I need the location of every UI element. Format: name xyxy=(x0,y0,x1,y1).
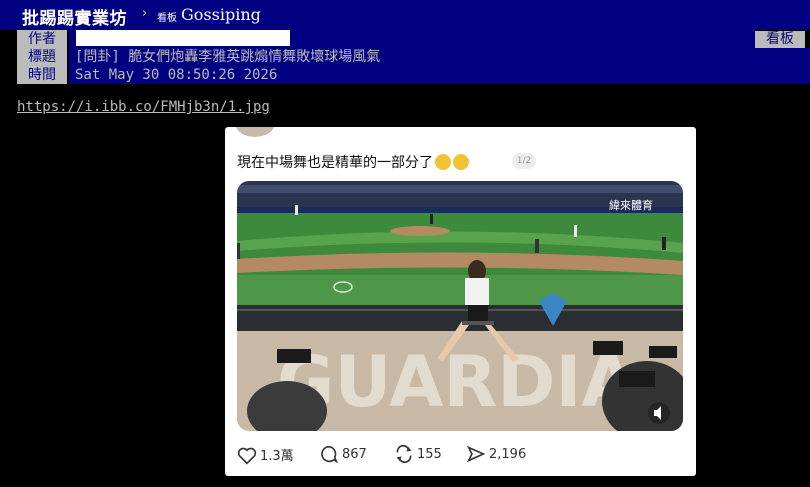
photo-watermark: 緯來體育 xyxy=(609,198,653,212)
like-button[interactable]: 1.3萬 xyxy=(237,445,294,465)
laughing-emoji-icon xyxy=(453,154,469,170)
share-button[interactable]: 2,196 xyxy=(466,445,526,463)
page-indicator: 1/2 xyxy=(512,153,536,169)
comment-button[interactable]: 867 xyxy=(319,445,367,464)
board-tag: 看板 xyxy=(157,13,177,24)
share-count: 2,196 xyxy=(489,447,527,462)
site-title[interactable]: 批踢踢實業坊 xyxy=(22,4,127,29)
post-title: [問卦] 脆女們炮轟李雅英跳煽情舞敗壞球場風氣 xyxy=(69,48,810,66)
author-redacted xyxy=(76,30,290,46)
board-button[interactable]: 看板 xyxy=(755,31,805,48)
post-text: 現在中場舞也是精華的一部分了 xyxy=(237,155,433,171)
avatar[interactable] xyxy=(235,127,275,137)
repost-button[interactable]: 155 xyxy=(394,445,442,463)
like-count: 1.3萬 xyxy=(260,449,294,464)
post-photo[interactable]: GUARDIA 緯來體育 xyxy=(237,181,683,431)
board-name[interactable]: Gossiping xyxy=(181,5,261,24)
time-label: 時間 xyxy=(17,66,67,84)
image-link[interactable]: https://i.ibb.co/FMHjb3n/1.jpg xyxy=(17,99,270,115)
repost-count: 155 xyxy=(417,447,442,462)
svg-text:GUARDIA: GUARDIA xyxy=(277,341,636,423)
top-bar: 批踢踢實業坊 › 看板 Gossiping xyxy=(0,0,810,30)
repost-icon xyxy=(396,445,412,463)
comment-icon xyxy=(321,445,339,464)
heart-icon xyxy=(237,447,257,465)
author-label: 作者 xyxy=(17,30,67,48)
laughing-emoji-icon xyxy=(435,154,451,170)
breadcrumb-separator: › xyxy=(142,6,148,21)
comment-count: 867 xyxy=(342,447,367,462)
post-time: Sat May 30 08:50:26 2026 xyxy=(69,66,810,84)
post-card-text: 現在中場舞也是精華的一部分了 xyxy=(237,152,469,172)
title-label: 標題 xyxy=(17,48,67,66)
send-icon xyxy=(466,445,486,463)
post-card: 現在中場舞也是精華的一部分了 1/2 GUARDIA 緯來體育 1.3萬 867… xyxy=(225,127,696,476)
